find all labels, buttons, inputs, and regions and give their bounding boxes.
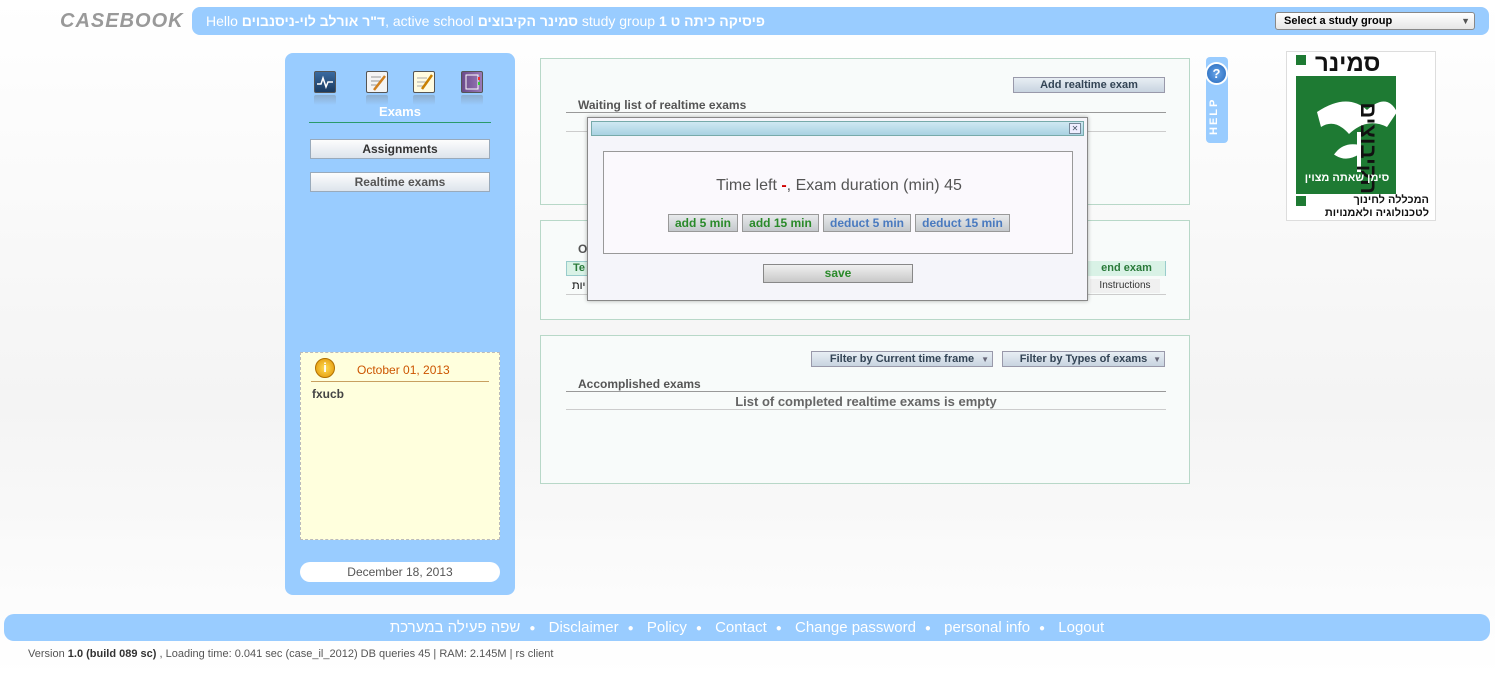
help-tab[interactable]: ? HELP: [1205, 57, 1228, 143]
sidebar-divider: [309, 122, 491, 123]
add-5-min-button[interactable]: add 5 min: [668, 214, 738, 232]
footer-nav: שפה פעילה במערכת ● Disclaimer ● Policy ● Co…: [4, 614, 1490, 641]
note-card: i October 01, 2013 fxucb: [300, 352, 500, 540]
dialog-body: Time left -, Exam duration (min) 45 add …: [603, 151, 1073, 254]
add-realtime-exam-button[interactable]: Add realtime exam: [1013, 77, 1165, 93]
accomplished-exams-panel: Filter by Current time frame ▼ Filter by…: [540, 335, 1190, 484]
duration-value: 45: [944, 177, 962, 194]
chevron-down-icon: ▼: [1461, 16, 1470, 26]
app-logo: CASEBOOK: [60, 10, 184, 32]
filter-time-select[interactable]: Filter by Current time frame ▼: [811, 351, 993, 367]
filter-types-label: Filter by Types of exams: [1019, 353, 1148, 365]
dialog-title-bar[interactable]: ✕: [591, 121, 1084, 136]
ongoing-column-header: Te: [573, 262, 586, 274]
realtime-exams-button[interactable]: Realtime exams: [310, 172, 490, 192]
footer-link-policy[interactable]: Policy: [647, 619, 687, 636]
help-label: HELP: [1208, 97, 1220, 135]
chevron-down-icon: ▼: [981, 355, 989, 364]
study-group-name: פיסיקה כיתה ט 1: [658, 13, 765, 29]
active-school-label: , active school: [385, 13, 474, 29]
school-logo-sub2: לטכנולוגיה ולאמנויות: [1324, 207, 1429, 219]
add-15-min-button[interactable]: add 15 min: [742, 214, 819, 232]
note-date: October 01, 2013: [357, 363, 450, 377]
help-icon[interactable]: ?: [1205, 62, 1228, 85]
school-name: סמינר הקיבוצים: [477, 13, 579, 29]
footer-link-contact[interactable]: Contact: [715, 619, 767, 636]
school-logo-tagline: סימן שאתה מצוין: [1304, 172, 1390, 184]
book-icon[interactable]: [461, 71, 483, 93]
footer-link-personal-info[interactable]: personal info: [944, 619, 1030, 636]
filter-types-select[interactable]: Filter by Types of exams ▼: [1002, 351, 1165, 367]
user-name: ד"ר אורלב לוי-ניסנבוים: [241, 13, 386, 29]
chevron-down-icon: ▼: [1153, 355, 1161, 364]
save-button[interactable]: save: [763, 264, 913, 283]
footer-link-disclaimer[interactable]: Disclaimer: [549, 619, 619, 636]
study-group-label: study group: [581, 13, 656, 29]
accomplished-divider-2: [566, 409, 1166, 410]
deduct-5-min-button[interactable]: deduct 5 min: [823, 214, 911, 232]
instructions-button[interactable]: Instructions: [1090, 279, 1160, 293]
school-logo-line1: סמינר: [1315, 50, 1381, 77]
version-info: Version 1.0 (build 089 sc) , Loading tim…: [28, 648, 553, 660]
filter-time-label: Filter by Current time frame: [829, 353, 975, 365]
footer-link-logout[interactable]: Logout: [1058, 619, 1104, 636]
sidebar: Exams Assignments Realtime exams i Octob…: [285, 53, 515, 595]
close-icon[interactable]: ✕: [1069, 123, 1081, 134]
version-number: 1.0 (build 089 sc): [67, 648, 157, 660]
edit-icon[interactable]: [366, 71, 388, 93]
notepad-icon[interactable]: [413, 71, 435, 93]
accomplished-divider: [566, 391, 1166, 392]
footer-link-change-password[interactable]: Change password: [795, 619, 916, 636]
ongoing-exams-title: O: [578, 242, 588, 256]
exam-name-cell: יות: [572, 280, 586, 292]
info-icon: i: [315, 358, 335, 378]
time-left-label: Time left: [716, 177, 777, 194]
sidebar-section-label: Exams: [379, 104, 421, 119]
exam-time-dialog: ✕ Time left -, Exam duration (min) 45 ad…: [587, 117, 1088, 301]
time-status: Time left -, Exam duration (min) 45: [604, 177, 1074, 195]
deduct-15-min-button[interactable]: deduct 15 min: [915, 214, 1010, 232]
end-exam-button[interactable]: end exam: [1087, 261, 1165, 276]
study-group-select-label: Select a study group: [1284, 15, 1393, 27]
duration-label: , Exam duration (min): [786, 177, 940, 194]
load-stats: , Loading time: 0.041 sec (case_il_2012)…: [159, 648, 554, 660]
school-logo: סמינר הקיבוצים סימן שאתה מצוין המכללה לח…: [1286, 50, 1436, 221]
accomplished-exams-title: Accomplished exams: [578, 377, 701, 391]
hello-text: Hello: [206, 13, 238, 29]
assignments-button[interactable]: Assignments: [310, 139, 490, 159]
study-group-select[interactable]: Select a study group ▼: [1275, 12, 1475, 30]
waiting-list-divider: [566, 112, 1166, 113]
note-divider: [311, 381, 489, 382]
current-date: December 18, 2013: [300, 562, 500, 582]
version-prefix: Version: [28, 648, 65, 660]
empty-list-message: List of completed realtime exams is empt…: [735, 394, 997, 409]
school-logo-sub1: המכללה לחינוך: [1353, 194, 1429, 206]
waiting-list-title: Waiting list of realtime exams: [578, 98, 747, 112]
footer-link-language[interactable]: שפה פעילה במערכת: [390, 619, 521, 636]
monitor-icon[interactable]: [314, 71, 336, 93]
note-text: fxucb: [312, 387, 345, 401]
